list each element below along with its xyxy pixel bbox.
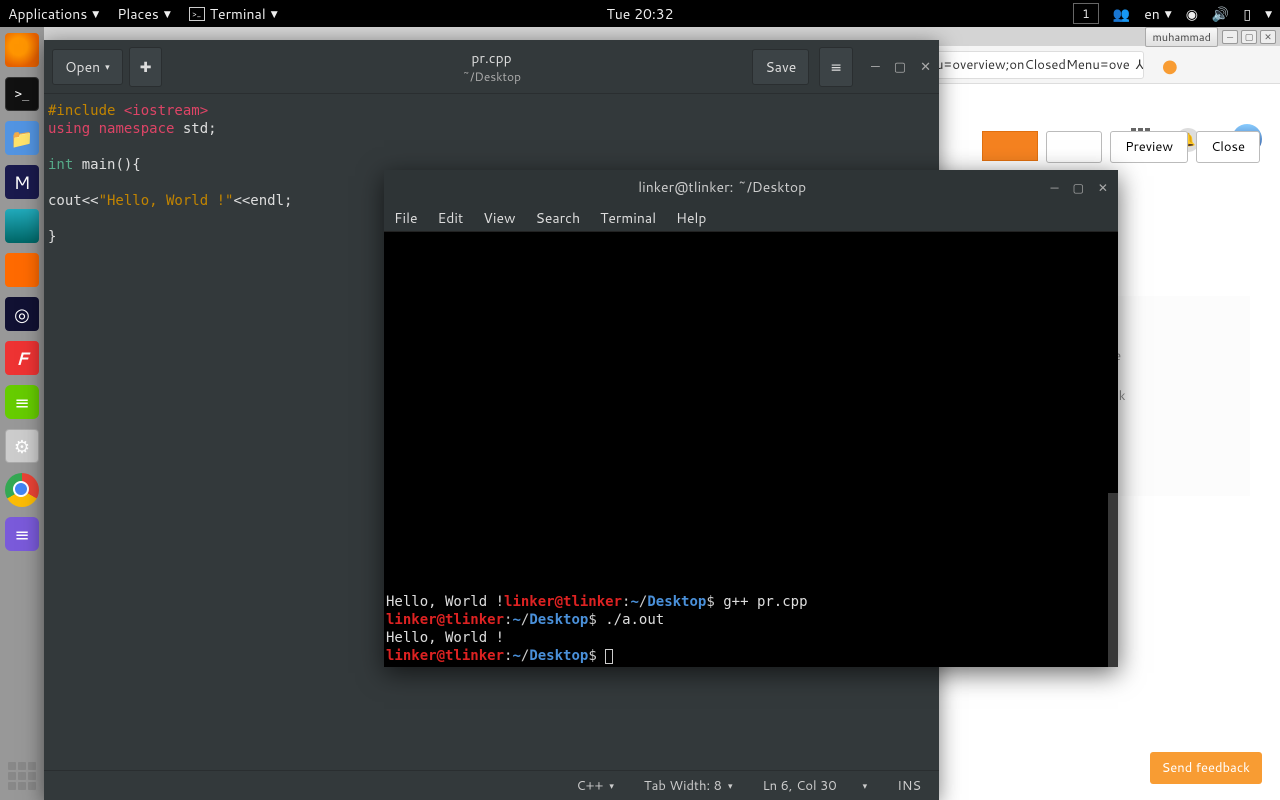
menu-terminal[interactable]: Terminal bbox=[600, 208, 656, 228]
dock-firefox[interactable] bbox=[5, 33, 39, 67]
maximize-button[interactable]: ▢ bbox=[894, 58, 906, 76]
dock-terminal[interactable]: >_ bbox=[5, 77, 39, 111]
save-draft-button[interactable] bbox=[1046, 131, 1102, 163]
hamburger-menu[interactable]: ≡ bbox=[819, 47, 853, 87]
new-tab-button[interactable]: ✚ bbox=[129, 47, 163, 87]
dock-files[interactable]: 📁 bbox=[5, 121, 39, 155]
menu-search[interactable]: Search bbox=[536, 208, 581, 228]
dock-metasploit[interactable]: M bbox=[5, 165, 39, 199]
terminal-icon: >_ bbox=[189, 7, 205, 21]
dock-app-2[interactable]: ≡ bbox=[5, 385, 39, 419]
volume-icon[interactable]: 🔊 bbox=[1212, 4, 1229, 24]
close-button[interactable]: ✕ bbox=[920, 58, 931, 76]
send-feedback-button[interactable]: Send feedback bbox=[1150, 752, 1262, 784]
terminal-title: linker@tlinker: ~/Desktop bbox=[638, 177, 806, 197]
dock-chrome[interactable] bbox=[5, 473, 39, 507]
terminal-menu[interactable]: >_Terminal▼ bbox=[189, 4, 278, 24]
dock-app-1[interactable] bbox=[5, 209, 39, 243]
terminal-line: linker@tlinker:~/Desktop$ bbox=[386, 647, 1116, 665]
terminal-line: linker@tlinker:~/Desktop$ ./a.out bbox=[386, 611, 1116, 629]
workspace-indicator[interactable]: 1 bbox=[1073, 3, 1099, 24]
menu-edit[interactable]: Edit bbox=[438, 208, 464, 228]
accessibility-icon[interactable]: 👥 bbox=[1113, 4, 1130, 24]
dock-filezilla[interactable]: F bbox=[5, 341, 39, 375]
language-indicator[interactable]: en▼ bbox=[1144, 4, 1172, 24]
chevron-down-icon: ▼ bbox=[164, 7, 171, 20]
file-name: pr.cpp bbox=[462, 48, 521, 68]
gnome-topbar: Applications▼ Places▼ >_Terminal▼ Tue 20… bbox=[0, 0, 1280, 27]
cursor-position[interactable]: Ln 6, Col 30▾ bbox=[762, 777, 867, 795]
terminal-body[interactable]: Hello, World !linker@tlinker:~/Desktop$ … bbox=[384, 232, 1118, 667]
terminal-window: linker@tlinker: ~/Desktop — ▢ ✕ File Edi… bbox=[384, 170, 1118, 667]
open-button[interactable]: Open▾ bbox=[52, 49, 123, 85]
tabwidth-selector[interactable]: Tab Width: 8▾ bbox=[644, 777, 733, 795]
dock: >_ 📁 M ◎ F ≡ ⚙ ≡ bbox=[0, 27, 44, 800]
new-doc-icon: ✚ bbox=[140, 57, 152, 77]
gedit-headerbar: Open▾ ✚ pr.cpp ~/Desktop Save ≡ — ▢ ✕ bbox=[44, 40, 939, 94]
applications-menu[interactable]: Applications▼ bbox=[8, 4, 99, 24]
preview-button[interactable]: Preview bbox=[1110, 131, 1188, 163]
wifi-icon[interactable]: ◉ bbox=[1186, 4, 1198, 24]
chevron-down-icon: ▾ bbox=[105, 60, 110, 73]
terminal-close-button[interactable]: ✕ bbox=[1098, 179, 1108, 196]
file-path: ~/Desktop bbox=[462, 68, 521, 85]
places-menu[interactable]: Places▼ bbox=[117, 4, 171, 24]
gedit-statusbar: C++▾ Tab Width: 8▾ Ln 6, Col 30▾ INS bbox=[44, 770, 939, 800]
menu-file[interactable]: File bbox=[394, 208, 418, 228]
close-button[interactable]: Close bbox=[1196, 131, 1260, 163]
browser-maximize-button[interactable]: ▢ bbox=[1241, 30, 1257, 44]
save-button[interactable]: Save bbox=[752, 49, 809, 85]
terminal-line: Hello, World ! bbox=[386, 629, 1116, 647]
chevron-down-icon: ▼ bbox=[271, 7, 278, 20]
terminal-cursor bbox=[605, 649, 613, 664]
minimize-button[interactable]: — bbox=[871, 58, 880, 76]
dock-app-3[interactable]: ≡ bbox=[5, 517, 39, 551]
terminal-line: Hello, World !linker@tlinker:~/Desktop$ … bbox=[386, 593, 1116, 611]
terminal-maximize-button[interactable]: ▢ bbox=[1073, 179, 1084, 196]
terminal-titlebar: linker@tlinker: ~/Desktop — ▢ ✕ bbox=[384, 170, 1118, 204]
menu-help[interactable]: Help bbox=[676, 208, 706, 228]
account-row: muhammad — ▢ ✕ bbox=[1145, 27, 1280, 46]
insert-mode: INS bbox=[897, 777, 921, 795]
browser-minimize-button[interactable]: — bbox=[1222, 30, 1238, 44]
terminal-scrollbar[interactable] bbox=[1108, 493, 1118, 667]
profile-icon[interactable]: ● bbox=[1162, 52, 1178, 78]
clock[interactable]: Tue 20:32 bbox=[606, 4, 673, 24]
battery-icon[interactable]: ▯ bbox=[1243, 4, 1251, 24]
show-applications[interactable] bbox=[8, 762, 36, 790]
gedit-title: pr.cpp ~/Desktop bbox=[462, 48, 521, 85]
terminal-minimize-button[interactable]: — bbox=[1050, 179, 1058, 196]
translate-icon[interactable]: ⅄ bbox=[1136, 56, 1144, 74]
publish-button[interactable] bbox=[982, 131, 1038, 161]
chevron-down-icon: ▼ bbox=[92, 7, 99, 20]
dock-settings[interactable]: ⚙ bbox=[5, 429, 39, 463]
browser-close-button[interactable]: ✕ bbox=[1260, 30, 1276, 44]
account-badge[interactable]: muhammad bbox=[1145, 27, 1218, 47]
menu-view[interactable]: View bbox=[483, 208, 515, 228]
dock-zenmap[interactable]: ◎ bbox=[5, 297, 39, 331]
language-selector[interactable]: C++▾ bbox=[576, 777, 614, 795]
terminal-menubar: File Edit View Search Terminal Help bbox=[384, 204, 1118, 232]
system-menu[interactable]: ▼ bbox=[1265, 7, 1272, 20]
dock-burp[interactable] bbox=[5, 253, 39, 287]
